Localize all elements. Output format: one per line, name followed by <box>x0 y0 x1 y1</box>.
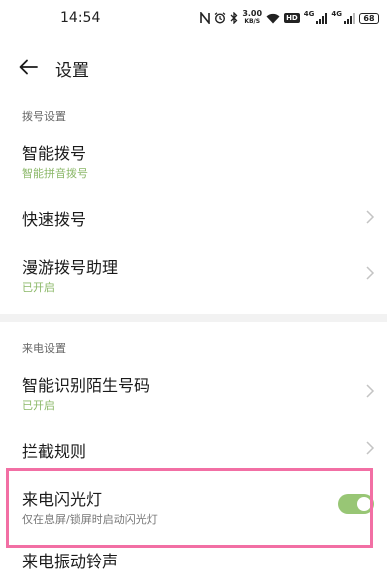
nfc-icon <box>200 12 211 24</box>
signal-type-1: 4G <box>303 10 315 18</box>
highlight-box <box>6 468 373 548</box>
settings-item-identify-unknown-numbers[interactable]: 智能识别陌生号码 已开启 <box>0 368 387 418</box>
bluetooth-icon <box>230 12 238 24</box>
settings-item-title: 智能识别陌生号码 <box>22 376 151 395</box>
arrow-left-icon <box>19 59 38 75</box>
header: 设置 <box>0 48 387 88</box>
settings-item-vibration-ringtone[interactable]: 来电振动铃声 <box>0 546 387 576</box>
settings-item-title: 拦截规则 <box>22 442 87 461</box>
settings-item-title: 快速拨号 <box>22 210 87 229</box>
settings-item-title: 智能拨号 <box>22 144 87 163</box>
section-header-incoming-call-settings: 来电设置 <box>22 342 66 355</box>
battery-icon: 68 <box>359 12 379 24</box>
chevron-right-icon <box>366 441 375 455</box>
settings-item-subtitle: 已开启 <box>22 281 55 294</box>
network-speed-value: 3.00 <box>242 9 263 18</box>
wifi-icon <box>266 13 280 24</box>
alarm-icon <box>214 12 226 24</box>
settings-item-subtitle: 已开启 <box>22 399 55 412</box>
status-time: 14:54 <box>60 10 101 26</box>
section-divider <box>0 314 387 322</box>
signal-icon <box>316 12 328 24</box>
chevron-right-icon <box>366 384 375 398</box>
page-title: 设置 <box>55 61 89 81</box>
network-speed-unit: KB/S <box>244 18 261 25</box>
settings-item-speed-dial[interactable]: 快速拨号 <box>0 198 387 238</box>
settings-item-block-rules[interactable]: 拦截规则 <box>0 430 387 466</box>
signal-icon <box>344 12 355 24</box>
settings-item-subtitle: 智能拼音拨号 <box>22 167 88 180</box>
hd-icon: HD <box>284 13 300 23</box>
back-button[interactable] <box>16 54 42 80</box>
settings-item-roaming-dial-assistant[interactable]: 漫游拨号助理 已开启 <box>0 250 387 300</box>
settings-item-title: 来电振动铃声 <box>22 552 119 571</box>
chevron-right-icon <box>366 210 375 224</box>
signal-type-2: 4G <box>331 10 342 18</box>
settings-item-smart-dial[interactable]: 智能拨号 智能拼音拨号 <box>0 136 387 186</box>
network-speed: 3.00 KB/S <box>242 10 262 26</box>
settings-item-title: 漫游拨号助理 <box>22 258 119 277</box>
status-bar: 14:54 3.00 KB/S HD 4G 4G 68 <box>0 0 387 38</box>
chevron-right-icon <box>366 266 375 280</box>
section-header-dial-settings: 拨号设置 <box>22 110 66 123</box>
battery-level: 68 <box>363 13 375 23</box>
status-icons: 3.00 KB/S HD 4G 4G 68 <box>200 10 379 26</box>
